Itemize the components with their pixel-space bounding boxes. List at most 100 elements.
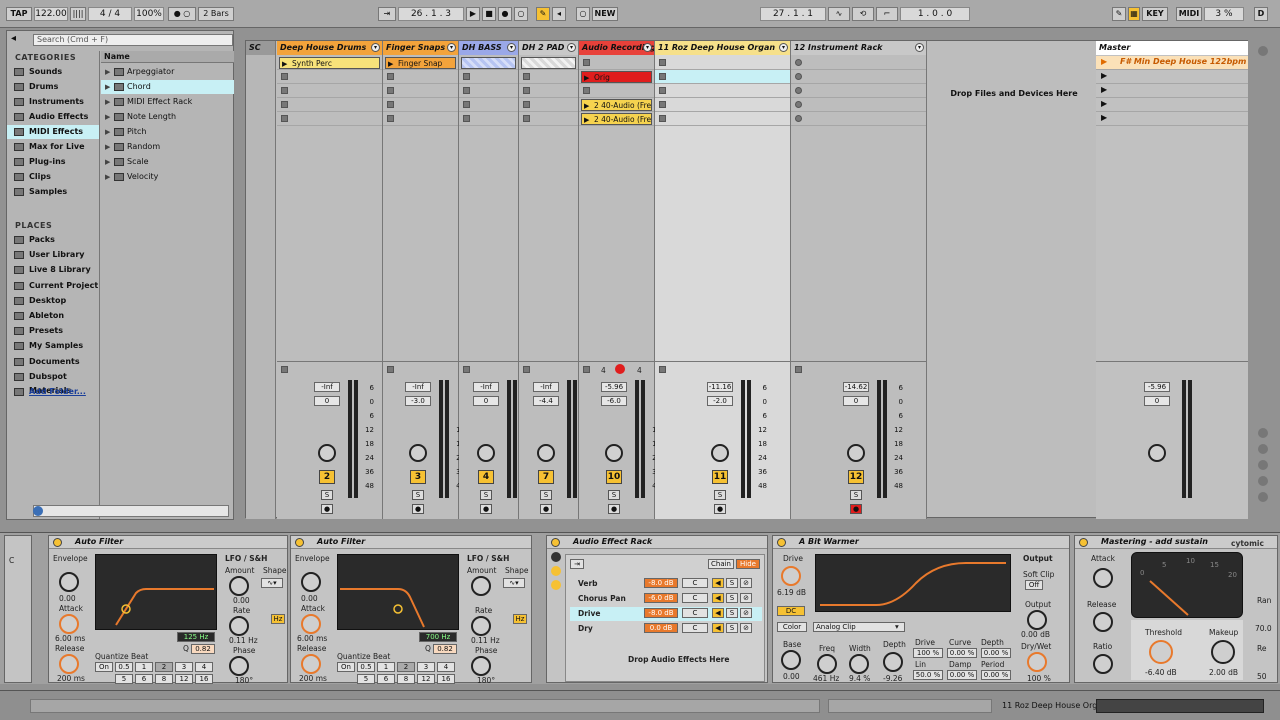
clip-slot[interactable]: ▶ Finger Snap: [383, 56, 458, 70]
place-current-project[interactable]: Current Project: [7, 279, 99, 293]
arm-button[interactable]: ●: [608, 504, 620, 514]
device-power-icon[interactable]: [295, 538, 304, 547]
makeup-knob[interactable]: [1211, 640, 1235, 664]
tempo-field[interactable]: 122.00: [34, 7, 68, 21]
clip-slot[interactable]: ▶ Orig: [579, 70, 654, 84]
solo-button[interactable]: S: [608, 490, 620, 500]
chain-activator-icon[interactable]: ◀: [712, 578, 724, 588]
filter-q[interactable]: 0.82: [191, 644, 215, 654]
volume-field[interactable]: -Inf: [533, 382, 559, 392]
filter-freq[interactable]: 700 Hz: [419, 632, 457, 642]
device-overview[interactable]: [1096, 699, 1264, 713]
clip[interactable]: ▶ Synth Perc: [279, 57, 380, 69]
devices-toggle-icon[interactable]: [551, 580, 561, 590]
scene-launch-icon[interactable]: ▶: [1101, 57, 1107, 66]
color-button[interactable]: Color: [777, 622, 807, 632]
track-menu-icon[interactable]: ▾: [915, 43, 924, 52]
rate-knob[interactable]: [229, 616, 249, 636]
quantize-beat-option[interactable]: 5: [115, 674, 133, 684]
browser-item[interactable]: ▶ Arpeggiator: [101, 65, 234, 79]
chain-pan[interactable]: C: [682, 578, 708, 588]
clip-slot[interactable]: [383, 70, 458, 84]
clip[interactable]: ▶ Orig: [581, 71, 652, 83]
place-live-8-library[interactable]: Live 8 Library: [7, 263, 99, 277]
quantize-beat-option[interactable]: 4: [195, 662, 213, 672]
place-desktop[interactable]: Desktop: [7, 294, 99, 308]
output-knob[interactable]: [1027, 610, 1047, 630]
stop-all-icon[interactable]: [659, 366, 666, 373]
hz-button[interactable]: Hz: [271, 614, 285, 624]
expand-arrow-icon[interactable]: ▶: [105, 140, 110, 154]
quantize-beat-option[interactable]: 4: [437, 662, 455, 672]
expand-arrow-icon[interactable]: ▶: [105, 65, 110, 79]
preview-toggle-icon[interactable]: [33, 506, 43, 516]
chain-row[interactable]: Verb -8.0 dB C ◀ S ⊘: [570, 577, 762, 591]
clip-slot[interactable]: ▶ 2 40-Audio (Freez: [579, 98, 654, 112]
clip[interactable]: ▶ Finger Snap: [385, 57, 456, 69]
quantize-beat-option[interactable]: 16: [437, 674, 455, 684]
place-presets[interactable]: Presets: [7, 324, 99, 338]
arm-button[interactable]: ●: [540, 504, 552, 514]
loop-start[interactable]: 27 . 1 . 1: [760, 7, 826, 21]
chain-row[interactable]: Chorus Pan -6.0 dB C ◀ S ⊘: [570, 592, 762, 606]
chain-hotswap-icon[interactable]: ⊘: [740, 608, 752, 618]
pan-field[interactable]: -6.0: [601, 396, 627, 406]
clip-stop-icon[interactable]: [659, 87, 666, 94]
stop-all-icon[interactable]: [583, 366, 590, 373]
chain-add-icon[interactable]: ⇥: [570, 559, 584, 569]
chain-volume[interactable]: -8.0 dB: [644, 608, 678, 618]
clip-stop-icon[interactable]: [463, 87, 470, 94]
quantize-beat-option[interactable]: 2: [397, 662, 415, 672]
place-packs[interactable]: Packs: [7, 233, 99, 247]
chain-pan[interactable]: C: [682, 593, 708, 603]
place-ableton[interactable]: Ableton: [7, 309, 99, 323]
chain-solo-button[interactable]: S: [726, 608, 738, 618]
clip-launch-icon[interactable]: ▶: [282, 59, 287, 68]
clip-stop-icon[interactable]: [795, 101, 802, 108]
clip-slot[interactable]: [459, 70, 518, 84]
chain-activator-icon[interactable]: ◀: [712, 593, 724, 603]
loop-switch[interactable]: ⟲: [852, 7, 874, 21]
width-knob[interactable]: [849, 654, 869, 674]
place-documents[interactable]: Documents: [7, 355, 99, 369]
quantize-beat-option[interactable]: 0.5: [357, 662, 375, 672]
freq-knob[interactable]: [817, 654, 837, 674]
clip-slot[interactable]: [277, 70, 382, 84]
clip-stop-icon[interactable]: [583, 87, 590, 94]
chain-solo-button[interactable]: S: [726, 593, 738, 603]
device-power-icon[interactable]: [777, 538, 786, 547]
drive2-value[interactable]: 100 %: [913, 648, 943, 658]
pan-knob[interactable]: [847, 444, 865, 462]
arm-button[interactable]: ●: [714, 504, 726, 514]
shape-selector[interactable]: ∿▾: [261, 578, 283, 588]
clip-launch-icon[interactable]: ▶: [388, 59, 393, 68]
clip-slot[interactable]: [655, 98, 790, 112]
clip-slot[interactable]: [655, 112, 790, 126]
scene-slot[interactable]: ▶: [1096, 112, 1248, 126]
track-header[interactable]: DH 2 PAD ▾: [519, 41, 578, 55]
volume-field[interactable]: -14.62: [843, 382, 869, 392]
macro-toggle-icon[interactable]: [551, 552, 561, 562]
track-menu-icon[interactable]: ▾: [643, 43, 652, 52]
clip-slot[interactable]: [519, 56, 578, 70]
category-max-for-live[interactable]: Max for Live: [7, 140, 99, 154]
pan-field[interactable]: -2.0: [707, 396, 733, 406]
clip-slot[interactable]: [519, 84, 578, 98]
filter-q[interactable]: 0.82: [433, 644, 457, 654]
chain-volume[interactable]: -6.0 dB: [644, 593, 678, 603]
release-knob[interactable]: [59, 654, 79, 674]
solo-button[interactable]: S: [540, 490, 552, 500]
place-add-folder-[interactable]: Add Folder...: [7, 385, 99, 399]
clip-launch-icon[interactable]: ▶: [584, 115, 589, 124]
zoom-field[interactable]: 100%: [134, 7, 164, 21]
clip-stop-icon[interactable]: [523, 73, 530, 80]
clip-slot[interactable]: [791, 98, 926, 112]
category-plug-ins[interactable]: Plug-ins: [7, 155, 99, 169]
quantize-beat-option[interactable]: On: [95, 662, 113, 672]
clip-slot[interactable]: [277, 112, 382, 126]
place-user-library[interactable]: User Library: [7, 248, 99, 262]
track-header[interactable]: 12 Instrument Rack ▾: [791, 41, 926, 55]
depth-knob[interactable]: [883, 652, 903, 672]
new-scene-button[interactable]: NEW: [592, 7, 618, 21]
solo-button[interactable]: S: [412, 490, 424, 500]
